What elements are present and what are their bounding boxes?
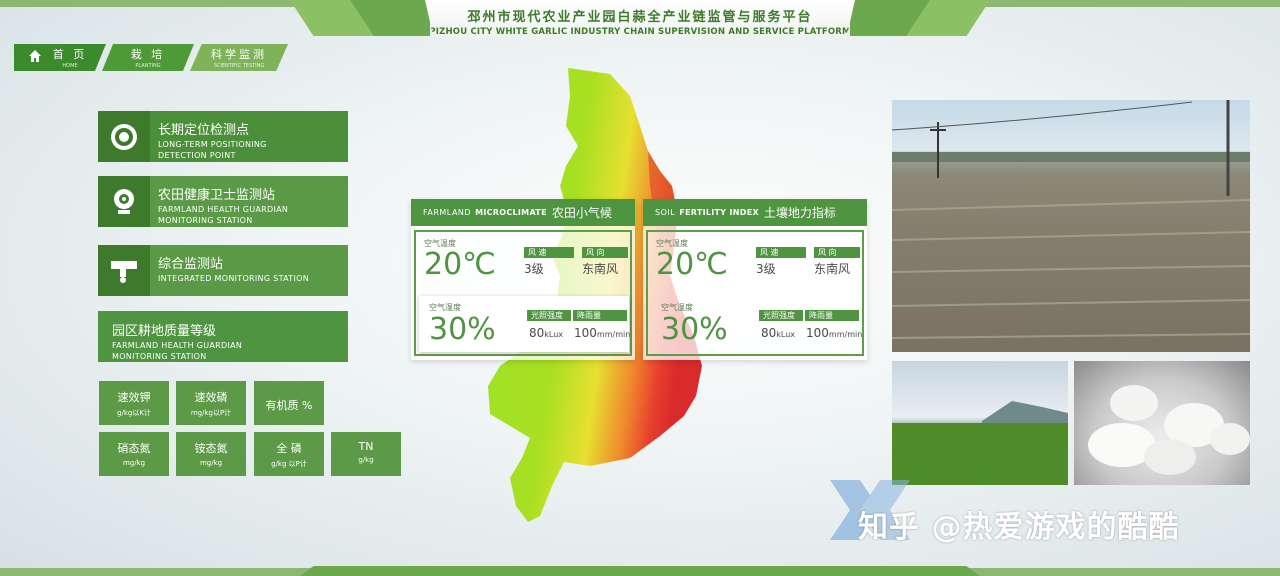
wind-speed-value: 3级 [756, 262, 776, 276]
station-long-term-detection[interactable]: 长期定位检测点 LONG-TERM POSITIONING DETECTION … [98, 111, 348, 162]
tab-planting[interactable]: 栽 培 PLANTING [102, 44, 194, 71]
tab-scientific-testing-sub: SCIENTIFIC TESTING [213, 63, 265, 69]
metric-label: 全 磷 [276, 442, 302, 455]
panel-header-en1: FARMLAND [423, 208, 472, 217]
panel-header-en1: SOIL [655, 208, 676, 217]
panel-row-temperature: 空气温度 20℃ 风 速 风 向 3级 东南风 [656, 238, 861, 288]
light-value: 80kLux [529, 326, 564, 340]
station-sub-2: DETECTION POINT [158, 151, 236, 160]
panel-body: 空气温度 20℃ 风 速 风 向 3级 东南风 空气湿度 30% 光照强度 降雨… [414, 230, 632, 356]
camera-icon [114, 188, 134, 214]
metric-available-phosphorus[interactable]: 速效磷 mg/kg以P计 [176, 381, 246, 425]
metric-available-potassium[interactable]: 速效钾 g/kg以K计 [99, 381, 169, 425]
wind-speed-value: 3级 [524, 262, 544, 276]
wind-direction-value: 东南风 [582, 262, 619, 276]
photo-green-field[interactable] [892, 361, 1068, 485]
metric-unit: mg/kg以P计 [190, 409, 232, 417]
metric-label: 速效钾 [117, 391, 151, 404]
panel-row-humidity: 空气湿度 30% 光照强度 降雨量 80kLux 100mm/min [419, 296, 631, 352]
target-icon [111, 123, 137, 150]
station-sub-2: MONITORING STATION [158, 216, 253, 225]
photo-garlic-field[interactable] [892, 100, 1250, 352]
panel-soil-fertility-index: SOIL FERTILITY INDEX 土壤地力指标 空气温度 20℃ 风 速… [643, 199, 867, 360]
photo-garlic-cloves[interactable] [1074, 361, 1250, 485]
metric-label: 有机质 % [265, 399, 313, 412]
station-farmland-health-guardian[interactable]: 农田健康卫士监测站 FARMLAND HEALTH GUARDIAN MONIT… [98, 176, 348, 227]
panel-header-cn: 土壤地力指标 [763, 206, 836, 220]
metric-unit: g/kg以K计 [117, 409, 151, 417]
farmland-quality-grade[interactable]: 园区耕地质量等级 FARMLAND HEALTH GUARDIAN MONITO… [98, 311, 348, 362]
wind-speed-tag: 风 速 [524, 247, 574, 258]
panel-header-en2: FERTILITY INDEX [679, 208, 759, 217]
station-text: 农田健康卫士监测站 FARMLAND HEALTH GUARDIAN MONIT… [158, 184, 288, 225]
station-sub-1: FARMLAND HEALTH GUARDIAN [158, 205, 289, 214]
page-title-en: PIZHOU CITY WHITE GARLIC INDUSTRY CHAIN … [429, 27, 851, 37]
page-title-cn: 邳州市现代农业产业园白蒜全产业链监管与服务平台 [467, 10, 813, 25]
station-text: 综合监测站 INTEGRATED MONITORING STATION [158, 253, 309, 283]
station-sub-2: MONITORING STATION [112, 352, 207, 361]
metric-ammonium-nitrogen[interactable]: 铵态氮 mg/kg [176, 432, 246, 476]
station-title: 长期定位检测点 [158, 123, 250, 138]
tab-home-sub: HOME [62, 63, 78, 69]
rain-tag: 降雨量 [573, 310, 627, 321]
footer-deco [300, 566, 980, 576]
panel-row-temperature: 空气温度 20℃ 风 速 风 向 3级 东南风 [424, 238, 629, 288]
metric-label: 速效磷 [194, 391, 228, 404]
station-integrated-monitoring[interactable]: 综合监测站 INTEGRATED MONITORING STATION [98, 245, 348, 296]
panel-header: SOIL FERTILITY INDEX 土壤地力指标 [643, 199, 867, 226]
rain-value: 100mm/min [574, 326, 631, 340]
field-scene [892, 100, 1250, 339]
panel-body: 空气温度 20℃ 风 速 风 向 3级 东南风 空气湿度 30% 光照强度 降雨… [646, 230, 864, 356]
station-icon-box [98, 245, 150, 296]
tab-scientific-testing-label: 科学监测 [211, 48, 267, 61]
wind-direction-value: 东南风 [814, 262, 851, 276]
tab-scientific-testing[interactable]: 科学监测 SCIENTIFIC TESTING [190, 44, 288, 71]
station-title: 农田健康卫士监测站 [158, 188, 276, 203]
metric-unit: g/kg 以P计 [271, 460, 307, 468]
station-title: 综合监测站 [158, 257, 224, 272]
monitor-icon [111, 260, 137, 283]
metric-tn[interactable]: TN g/kg [331, 432, 401, 476]
station-icon-box [98, 176, 150, 227]
tab-home[interactable]: 首 页 HOME [14, 44, 106, 71]
panel-header-en2: MICROCLIMATE [475, 208, 547, 217]
humidity-value: 30% [661, 312, 728, 347]
station-sub-1: LONG-TERM POSITIONING [158, 140, 267, 149]
metric-unit: g/kg [358, 456, 374, 464]
page-title: 邳州市现代农业产业园白蒜全产业链监管与服务平台 PIZHOU CITY WHIT… [425, 0, 855, 38]
panel-row-humidity: 空气湿度 30% 光照强度 降雨量 80kLux 100mm/min [651, 296, 863, 352]
watermark-text: 知乎 @热爱游戏的酷酷 [858, 510, 1180, 545]
green-field-scene [892, 401, 1068, 485]
station-text: 园区耕地质量等级 FARMLAND HEALTH GUARDIAN MONITO… [112, 320, 242, 361]
light-tag: 光照强度 [759, 310, 803, 321]
home-icon [29, 50, 41, 62]
wind-speed-tag: 风 速 [756, 247, 806, 258]
rain-tag: 降雨量 [805, 310, 859, 321]
wind-direction-tag: 风 向 [814, 247, 860, 258]
metric-nitrate-nitrogen[interactable]: 硝态氮 mg/kg [99, 432, 169, 476]
panel-farmland-microclimate: FARMLAND MICROCLIMATE 农田小气候 空气温度 20℃ 风 速… [411, 199, 635, 360]
wind-direction-tag: 风 向 [582, 247, 628, 258]
metric-label: TN [358, 440, 374, 453]
humidity-value: 30% [429, 312, 496, 347]
metric-total-phosphorus[interactable]: 全 磷 g/kg 以P计 [254, 432, 324, 476]
station-icon-box [98, 111, 150, 162]
tab-planting-sub: PLANTING [135, 63, 161, 69]
metric-unit: mg/kg [122, 459, 146, 467]
panel-header: FARMLAND MICROCLIMATE 农田小气候 [411, 199, 635, 226]
station-text: 长期定位检测点 LONG-TERM POSITIONING DETECTION … [158, 119, 267, 160]
tab-planting-label: 栽 培 [130, 48, 166, 61]
rain-value: 100mm/min [806, 326, 863, 340]
station-title: 园区耕地质量等级 [112, 324, 217, 339]
metric-label: 硝态氮 [117, 442, 151, 455]
garlic-cloves-scene [1088, 385, 1250, 475]
metric-unit: mg/kg [199, 459, 223, 467]
station-sub-1: INTEGRATED MONITORING STATION [158, 274, 310, 283]
light-tag: 光照强度 [527, 310, 571, 321]
metric-organic-matter[interactable]: 有机质 % [254, 381, 324, 425]
metric-label: 铵态氮 [194, 442, 228, 455]
light-value: 80kLux [761, 326, 796, 340]
station-sub-1: FARMLAND HEALTH GUARDIAN [112, 341, 243, 350]
panel-header-cn: 农田小气候 [551, 206, 612, 220]
